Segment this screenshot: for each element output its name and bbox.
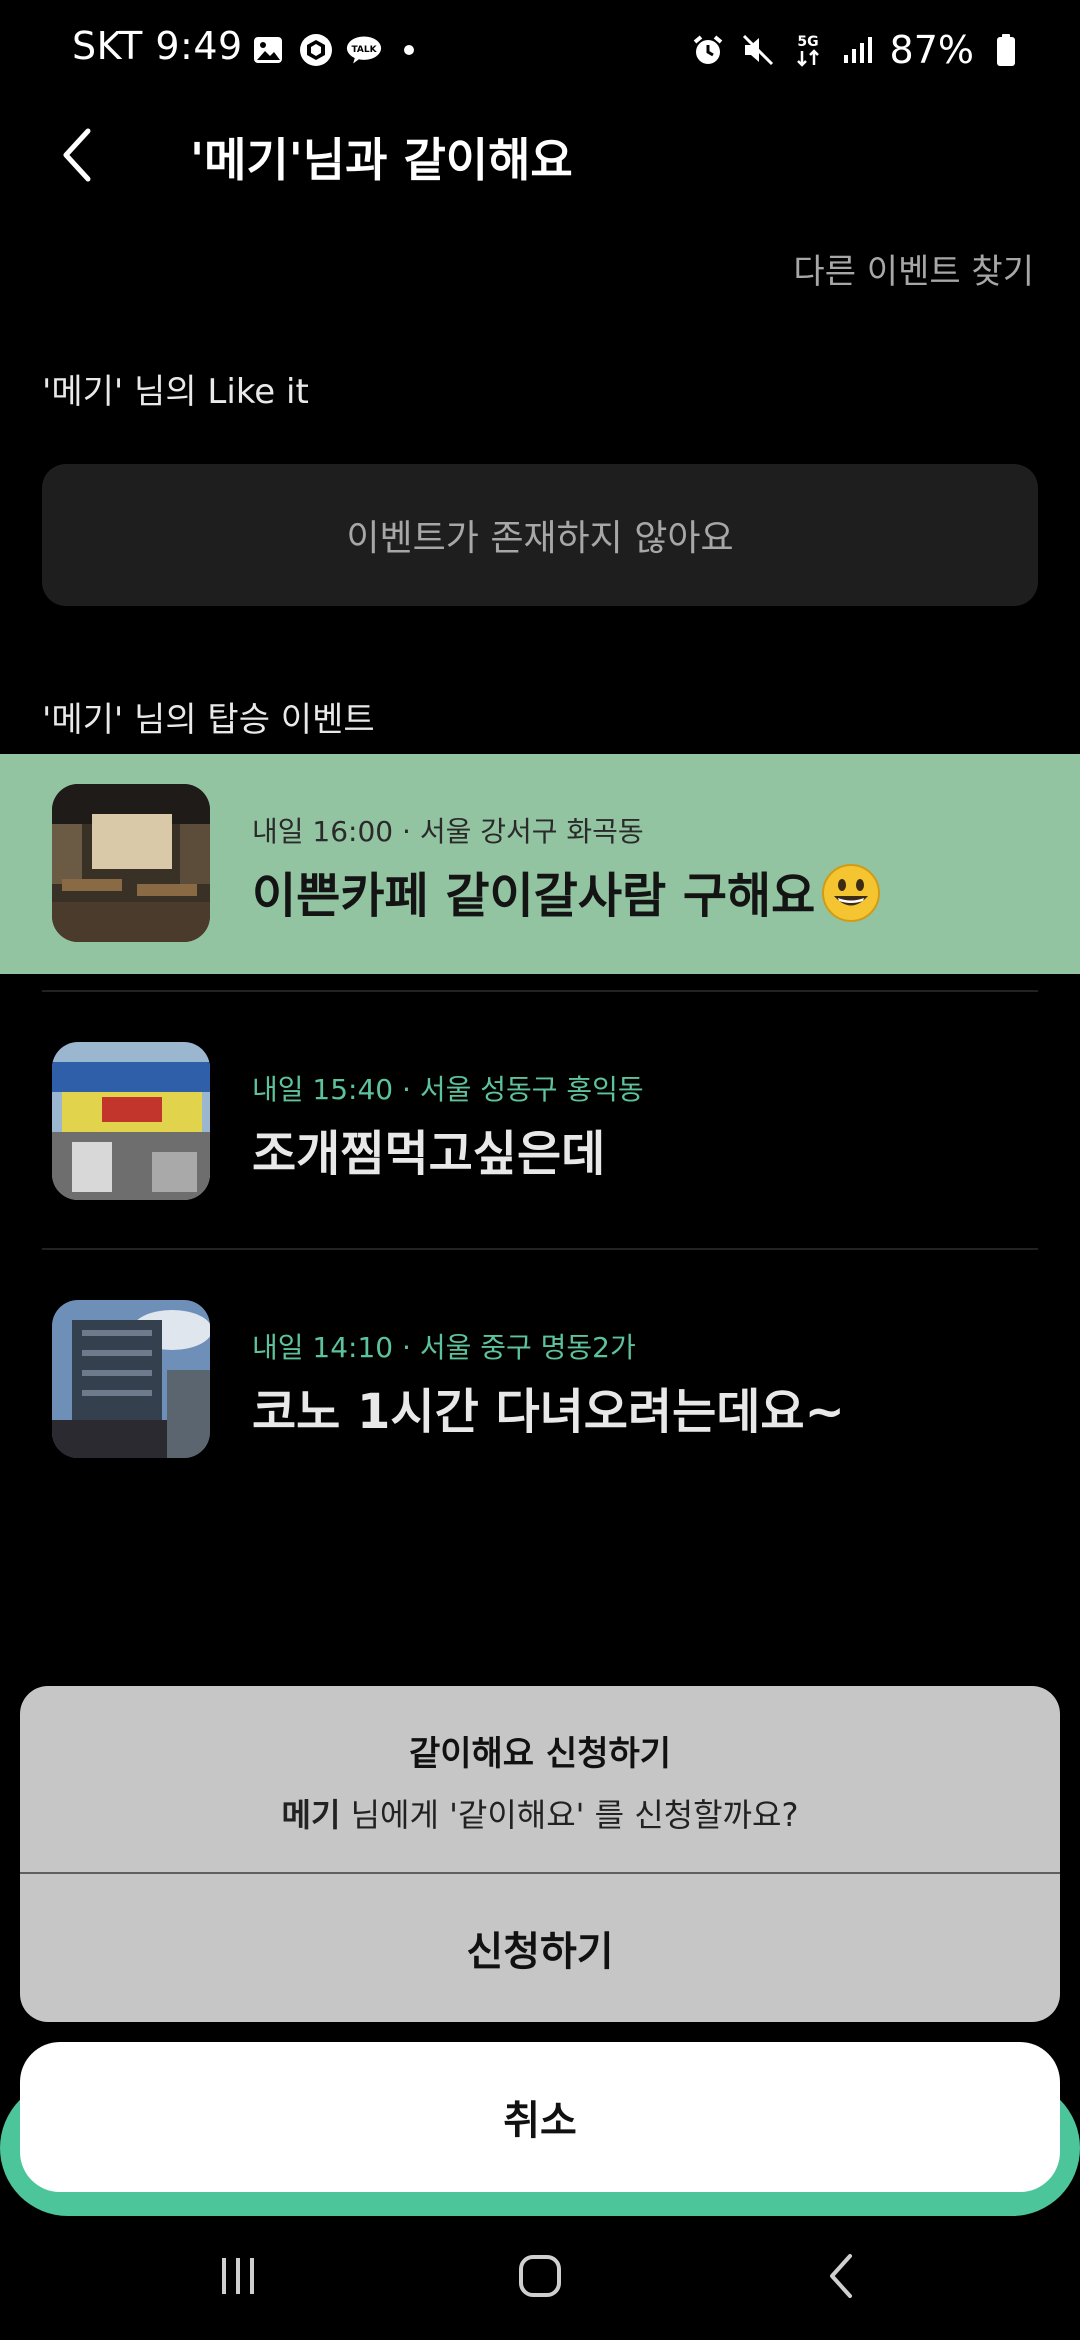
system-nav-bar — [0, 2216, 1080, 2340]
signal-icon — [840, 32, 876, 68]
empty-state-text: 이벤트가 존재하지 않아요 — [346, 518, 734, 559]
notification-icons: TALK — [250, 32, 414, 68]
event-item-selected[interactable]: 내일 16:00 · 서울 강서구 화곡동 이쁜카페 같이갈사람 구해요 — [0, 754, 1080, 974]
find-other-events-link[interactable]: 다른 이벤트 찾기 — [793, 244, 1034, 293]
dialog-description: 메기 님에게 '같이해요' 를 신청할까요? — [20, 1790, 1060, 1836]
event-title: 조개찜먹고싶은데 — [252, 1126, 606, 1182]
dot-icon — [404, 45, 414, 55]
like-section-title: '메기' 님의 Like it — [42, 372, 309, 412]
home-icon — [519, 2255, 561, 2297]
dialog-title: 같이해요 신청하기 — [408, 1734, 672, 1774]
recents-icon — [222, 2258, 254, 2294]
event-item[interactable]: 내일 15:40 · 서울 성동구 홍익동 조개찜먹고싶은데 — [0, 1012, 1080, 1232]
event-meta: 내일 15:40 · 서울 성동구 홍익동 — [252, 1073, 644, 1106]
battery-percent: 87% — [889, 28, 974, 72]
event-thumbnail — [52, 784, 210, 942]
divider — [42, 1248, 1038, 1250]
chevron-left-icon — [63, 128, 91, 182]
page-title: '메기'님과 같이해요 — [190, 133, 573, 187]
board-section-title: '메기' 님의 탑승 이벤트 — [42, 700, 375, 740]
battery-icon — [988, 32, 1024, 68]
recents-button[interactable] — [198, 2246, 278, 2306]
svg-text:TALK: TALK — [351, 45, 377, 55]
dialog-description-text: 님에게 '같이해요' 를 신청할까요? — [340, 1796, 799, 1834]
event-title-text: 이쁜카페 같이갈사람 구해요 — [252, 868, 816, 924]
event-meta: 내일 16:00 · 서울 강서구 화곡동 — [252, 815, 644, 848]
home-button[interactable] — [500, 2246, 580, 2306]
event-item[interactable]: 내일 14:10 · 서울 중구 명동2가 코노 1시간 다녀오려는데요~ — [0, 1270, 1080, 1490]
gallery-icon — [250, 32, 286, 68]
back-nav-button[interactable] — [802, 2246, 882, 2306]
talk-icon: TALK — [346, 32, 382, 68]
empty-state-card: 이벤트가 존재하지 않아요 — [42, 464, 1038, 606]
svg-text:5G: 5G — [797, 34, 818, 50]
event-thumbnail — [52, 1042, 210, 1200]
back-button[interactable] — [46, 120, 106, 190]
event-title: 코노 1시간 다녀오려는데요~ — [252, 1384, 845, 1440]
mute-icon — [740, 32, 776, 68]
dialog-username: 메기 — [281, 1796, 341, 1834]
event-meta: 내일 14:10 · 서울 중구 명동2가 — [252, 1331, 636, 1364]
action-sheet: 같이해요 신청하기 메기 님에게 '같이해요' 를 신청할까요? 신청하기 — [20, 1686, 1060, 2022]
cancel-button[interactable]: 취소 — [20, 2042, 1060, 2192]
5g-icon: 5G — [790, 32, 826, 68]
event-thumbnail — [52, 1300, 210, 1458]
status-time: SKT 9:49 — [72, 24, 243, 68]
status-bar: SKT 9:49 TALK 5G 87% — [0, 0, 1080, 104]
system-icons: 5G 87% — [690, 28, 1024, 72]
event-title: 이쁜카페 같이갈사람 구해요 — [252, 856, 881, 935]
box-icon — [298, 32, 334, 68]
back-icon — [830, 2254, 852, 2298]
grinning-face-icon — [821, 863, 881, 935]
apply-button[interactable]: 신청하기 — [20, 1874, 1060, 2022]
alarm-icon — [690, 32, 726, 68]
divider — [42, 990, 1038, 992]
